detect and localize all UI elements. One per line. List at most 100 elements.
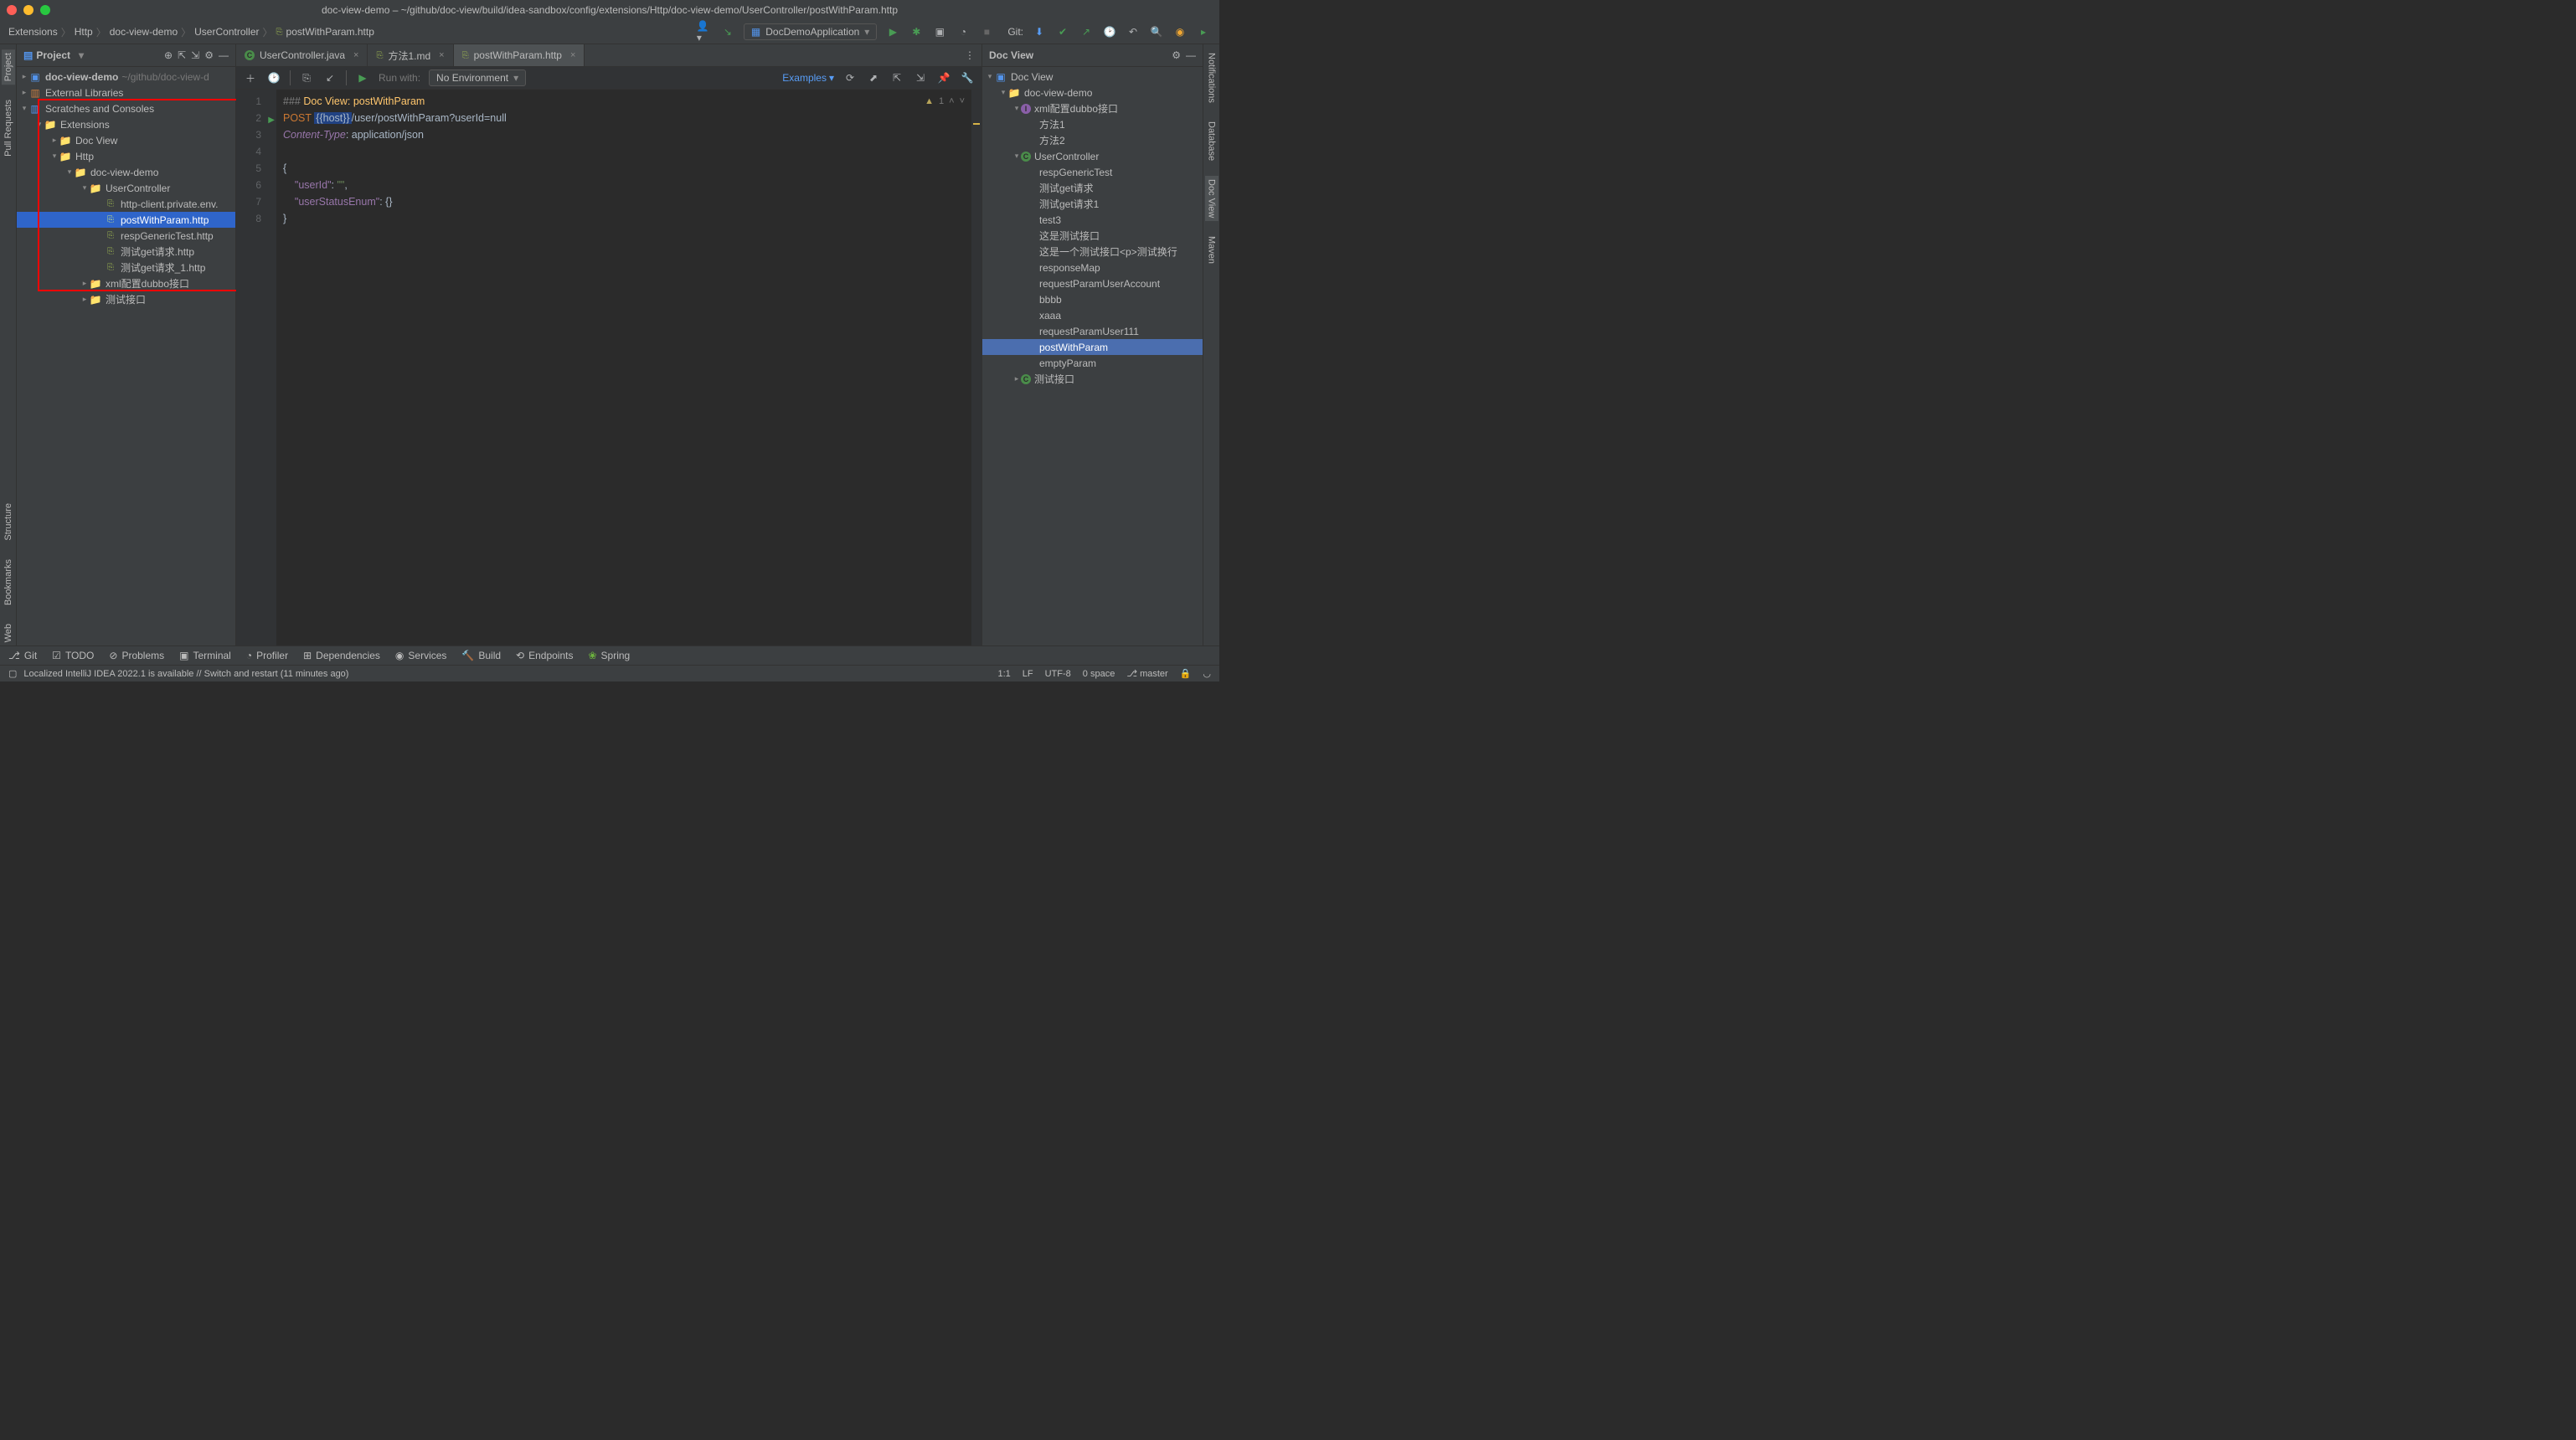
format2-icon[interactable]: ⇲ (913, 70, 928, 85)
open-icon[interactable]: ⬈ (866, 70, 881, 85)
select-opened-file-icon[interactable]: ⊕ (164, 49, 173, 61)
tree-docviewdemo-folder[interactable]: ▾📁 doc-view-demo (17, 164, 235, 180)
warning-marker[interactable] (973, 123, 980, 125)
git-update-icon[interactable]: ⬇ (1032, 24, 1047, 39)
emoji-icon[interactable]: ▸ (1196, 24, 1211, 39)
encoding[interactable]: UTF-8 (1045, 669, 1071, 679)
dvtree-item[interactable]: respGenericTest (982, 164, 1203, 180)
tree-file-selected[interactable]: ⎘ postWithParam.http (17, 212, 235, 228)
minimize-window-button[interactable] (23, 5, 33, 15)
format-icon[interactable]: ⇱ (889, 70, 904, 85)
run-coverage-button[interactable]: ▣ (932, 24, 947, 39)
profiler-toolwindow[interactable]: ◔Profiler (246, 650, 288, 661)
status-message[interactable]: Localized IntelliJ IDEA 2022.1 is availa… (23, 669, 348, 679)
git-commit-icon[interactable]: ✔ (1055, 24, 1070, 39)
dvtree-usercontroller[interactable]: ▾C UserController (982, 148, 1203, 164)
close-icon[interactable]: × (439, 50, 444, 60)
dvtree-item[interactable]: requestParamUser111 (982, 323, 1203, 339)
services-toolwindow[interactable]: ◉Services (395, 650, 447, 661)
bookmarks-tab[interactable]: Bookmarks (2, 556, 15, 609)
dependencies-toolwindow[interactable]: ⊞Dependencies (303, 650, 380, 661)
tab-postwithparam[interactable]: ⎘ postWithParam.http × (454, 44, 585, 66)
tree-xmldubbo-folder[interactable]: ▸📁 xml配置dubbo接口 (17, 275, 235, 291)
tree-testif-folder[interactable]: ▸📁 测试接口 (17, 291, 235, 307)
dvtree-item[interactable]: emptyParam (982, 355, 1203, 371)
close-icon[interactable]: × (353, 50, 358, 60)
prev-icon[interactable]: ˄ (949, 93, 954, 110)
ide-settings-icon[interactable]: ◉ (1172, 24, 1188, 39)
database-tab[interactable]: Database (1205, 118, 1218, 164)
project-panel-title[interactable]: ▤ Project ▾ (23, 49, 84, 61)
hide-icon[interactable]: — (1186, 49, 1196, 61)
build-icon[interactable]: ↘ (720, 24, 735, 39)
hide-icon[interactable]: — (219, 49, 229, 61)
tab-menu-icon[interactable]: ⋮ (958, 44, 981, 66)
dvtree-item[interactable]: xaaa (982, 307, 1203, 323)
indent-info[interactable]: 0 space (1083, 669, 1115, 679)
profiler-button[interactable]: ◔ (956, 24, 971, 39)
run-button[interactable]: ▶ (885, 24, 900, 39)
tree-ext-libs[interactable]: ▸▥ External Libraries (17, 85, 235, 100)
dvtree-testif[interactable]: ▸C 测试接口 (982, 371, 1203, 387)
branch-widget[interactable]: ⎇ master (1126, 668, 1167, 679)
dvtree-item[interactable]: test3 (982, 212, 1203, 228)
tree-docview-folder[interactable]: ▸📁 Doc View (17, 132, 235, 148)
collapse-all-icon[interactable]: ⇲ (191, 49, 199, 61)
search-icon[interactable]: 🔍 (1149, 24, 1164, 39)
terminal-toolwindow[interactable]: ▣Terminal (179, 650, 231, 661)
pin-icon[interactable]: 📌 (936, 70, 951, 85)
cursor-position[interactable]: 1:1 (997, 669, 1010, 679)
next-icon[interactable]: ˅ (960, 93, 965, 110)
pull-requests-tab[interactable]: Pull Requests (2, 96, 15, 160)
tree-scratches[interactable]: ▾▥ Scratches and Consoles (17, 100, 235, 116)
tree-usercontroller-folder[interactable]: ▾📁 UserController (17, 180, 235, 196)
todo-toolwindow[interactable]: ☑TODO (52, 650, 94, 661)
breadcrumb-file[interactable]: ⎘ postWithParam.http (276, 26, 374, 38)
git-push-icon[interactable]: ↗ (1079, 24, 1094, 39)
project-tab[interactable]: Project (2, 49, 15, 85)
run-all-icon[interactable]: ▶ (355, 70, 370, 85)
status-icon[interactable]: ▢ (8, 668, 17, 679)
tree-file[interactable]: ⎘ respGenericTest.http (17, 228, 235, 244)
dvtree-item[interactable]: 这是一个测试接口<p>测试换行 (982, 244, 1203, 260)
line-ending[interactable]: LF (1023, 669, 1033, 679)
web-tab[interactable]: Web (2, 620, 15, 645)
git-rollback-icon[interactable]: ↶ (1126, 24, 1141, 39)
breadcrumb-http[interactable]: Http (75, 26, 93, 38)
convert-icon[interactable]: ⎘ (299, 70, 314, 85)
add-request-icon[interactable]: ＋ (243, 70, 258, 85)
dvtree-item[interactable]: 方法2 (982, 132, 1203, 148)
dvtree-item[interactable]: 这是测试接口 (982, 228, 1203, 244)
spring-toolwindow[interactable]: ❀Spring (588, 650, 630, 661)
tab-method1[interactable]: ⎘ 方法1.md × (368, 44, 453, 66)
import-icon[interactable]: ↙ (322, 70, 337, 85)
run-config-select[interactable]: ▦ DocDemoApplication ▾ (744, 23, 877, 40)
endpoints-toolwindow[interactable]: ⟲Endpoints (516, 650, 573, 661)
dvtree-item[interactable]: 测试get请求1 (982, 196, 1203, 212)
breadcrumb-extensions[interactable]: Extensions (8, 26, 58, 38)
problems-toolwindow[interactable]: ⊘Problems (109, 650, 164, 661)
tree-http-folder[interactable]: ▾📁 Http (17, 148, 235, 164)
maximize-window-button[interactable] (40, 5, 50, 15)
settings-icon[interactable]: ⚙ (204, 49, 214, 61)
dvtree-root[interactable]: ▾▣ Doc View (982, 69, 1203, 85)
editor-marker-strip[interactable] (971, 90, 981, 645)
lock-icon[interactable]: 🔒 (1180, 668, 1192, 679)
dvtree-item[interactable]: bbbb (982, 291, 1203, 307)
maven-tab[interactable]: Maven (1205, 233, 1218, 267)
close-window-button[interactable] (7, 5, 17, 15)
dvtree-item-selected[interactable]: postWithParam (982, 339, 1203, 355)
inspection-widget[interactable]: ▲ 1 ˄ ˅ (925, 93, 965, 110)
notifications-tab[interactable]: Notifications (1205, 49, 1218, 106)
project-tree[interactable]: ▸▣ doc-view-demo ~/github/doc-view-d ▸▥ … (17, 67, 235, 645)
git-history-icon[interactable]: 🕑 (1102, 24, 1117, 39)
debug-button[interactable]: ✱ (909, 24, 924, 39)
refresh-icon[interactable]: ⟳ (842, 70, 858, 85)
tab-usercontroller[interactable]: C UserController.java × (236, 44, 368, 66)
code-content[interactable]: ### Doc View: postWithParam POST {{host}… (276, 90, 971, 645)
wrench-icon[interactable]: 🔧 (960, 70, 975, 85)
dvtree-item[interactable]: 方法1 (982, 116, 1203, 132)
tree-file[interactable]: ⎘ 测试get请求.http (17, 244, 235, 260)
environment-select[interactable]: No Environment ▾ (429, 69, 526, 86)
dvtree-item[interactable]: requestParamUserAccount (982, 275, 1203, 291)
